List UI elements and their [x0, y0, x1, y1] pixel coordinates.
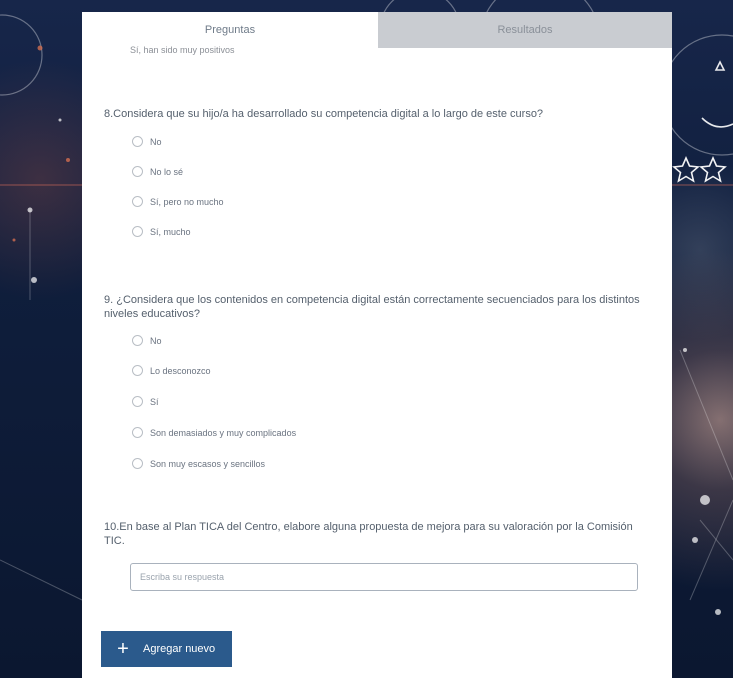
question-8-text: 8.Considera que su hijo/a ha desarrollad… — [104, 108, 544, 120]
radio-button[interactable] — [132, 166, 143, 177]
question-10-text: 10.En base al Plan TICA del Centro, elab… — [104, 521, 633, 547]
radio-button[interactable] — [132, 458, 143, 469]
radio-button[interactable] — [132, 196, 143, 207]
radio-button[interactable] — [132, 335, 143, 346]
option-label: Son demasiados y muy complicados — [150, 427, 297, 438]
radio-button[interactable] — [132, 136, 143, 147]
option-label: No — [150, 136, 162, 147]
q9-option-no[interactable]: No — [132, 335, 162, 346]
answer-input[interactable] — [130, 563, 638, 591]
option-label: Sí, mucho — [150, 226, 191, 237]
tab-bar: Preguntas Resultados — [82, 12, 672, 48]
option-label: Sí — [150, 396, 159, 407]
previous-option-partial: Sí, han sido muy positivos — [130, 45, 235, 55]
add-new-button[interactable]: + Agregar nuevo — [101, 631, 232, 667]
radio-button[interactable] — [132, 365, 143, 376]
q8-option-no-lo-se[interactable]: No lo sé — [132, 166, 183, 177]
q8-option-no[interactable]: No — [132, 136, 162, 147]
radio-button[interactable] — [132, 427, 143, 438]
option-label: Son muy escasos y sencillos — [150, 458, 266, 469]
option-label: Lo desconozco — [150, 365, 211, 376]
tab-preguntas[interactable]: Preguntas — [82, 12, 378, 48]
q9-option-escasos[interactable]: Son muy escasos y sencillos — [132, 458, 265, 469]
radio-button[interactable] — [132, 226, 143, 237]
q8-option-si-pero-no-mucho[interactable]: Sí, pero no mucho — [132, 196, 224, 207]
plus-icon: + — [117, 638, 129, 660]
option-label: Sí, pero no mucho — [150, 196, 224, 207]
radio-button[interactable] — [132, 396, 143, 407]
q8-option-si-mucho[interactable]: Sí, mucho — [132, 226, 191, 237]
q9-option-lo-desconozco[interactable]: Lo desconozco — [132, 365, 211, 376]
question-9-text: 9. ¿Considera que los contenidos en comp… — [104, 294, 640, 320]
option-label: No lo sé — [150, 166, 184, 177]
scrollbar[interactable] — [666, 48, 672, 678]
add-new-label: Agregar nuevo — [143, 643, 216, 655]
q9-option-si[interactable]: Sí — [132, 396, 159, 407]
tab-resultados[interactable]: Resultados — [378, 12, 672, 48]
q9-option-demasiados[interactable]: Son demasiados y muy complicados — [132, 427, 296, 438]
option-label: No — [150, 335, 162, 346]
survey-card: Preguntas Resultados Sí, han sido muy po… — [82, 12, 672, 678]
